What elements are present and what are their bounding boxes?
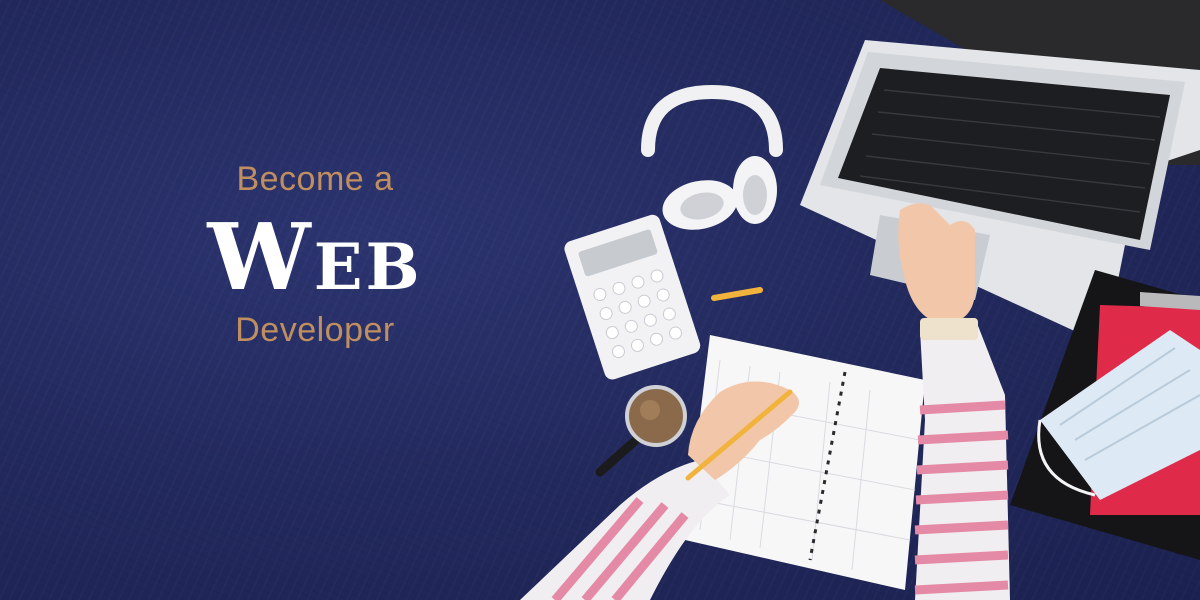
headphones-icon [641, 84, 783, 230]
hero-banner: Become a Web Developer [0, 0, 1200, 600]
calculator-icon [564, 214, 701, 380]
desk-illustration [520, 0, 1200, 600]
pencil-icon [711, 287, 763, 301]
magnifying-glass-icon [595, 385, 687, 477]
